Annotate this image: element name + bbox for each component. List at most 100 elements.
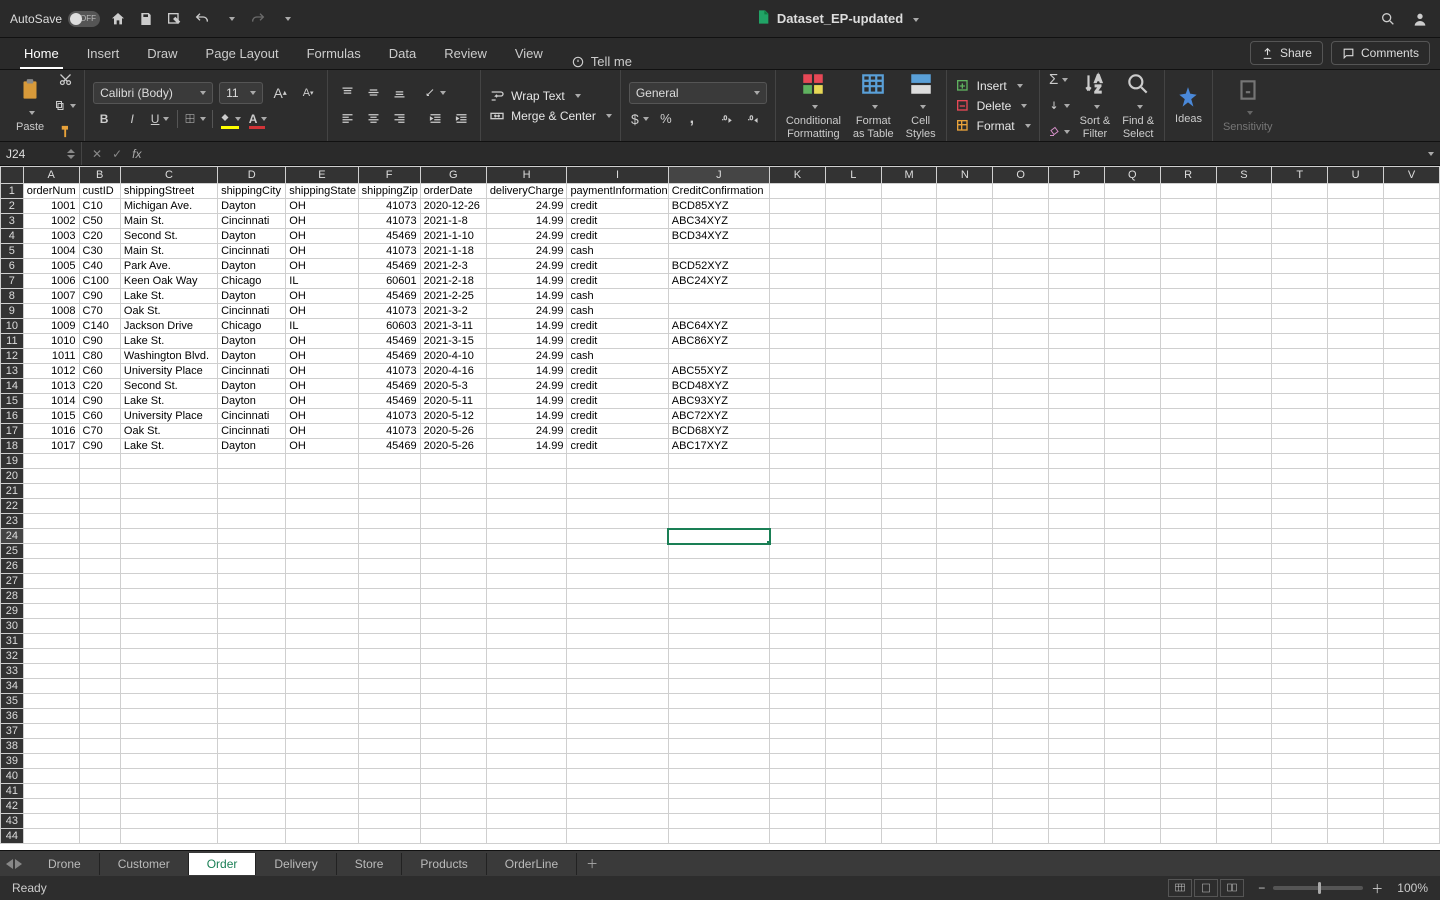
cell-Q43[interactable] — [1104, 814, 1160, 829]
cell-F20[interactable] — [358, 469, 420, 484]
cell-O27[interactable] — [993, 574, 1049, 589]
cell-H44[interactable] — [486, 829, 567, 844]
cell-Q37[interactable] — [1104, 724, 1160, 739]
cell-D18[interactable]: Dayton — [218, 439, 286, 454]
cell-A10[interactable]: 1009 — [23, 319, 79, 334]
cell-N28[interactable] — [937, 589, 993, 604]
cell-V37[interactable] — [1383, 724, 1439, 739]
cell-A7[interactable]: 1006 — [23, 274, 79, 289]
cell-J19[interactable] — [668, 454, 769, 469]
title-dropdown[interactable] — [909, 11, 919, 26]
cell-E18[interactable]: OH — [286, 439, 358, 454]
cell-K39[interactable] — [770, 754, 826, 769]
cell-P38[interactable] — [1049, 739, 1105, 754]
align-right-icon[interactable] — [388, 108, 410, 130]
row-header-13[interactable]: 13 — [1, 364, 24, 379]
cell-M30[interactable] — [881, 619, 937, 634]
cell-R39[interactable] — [1160, 754, 1216, 769]
cell-E11[interactable]: OH — [286, 334, 358, 349]
cell-S3[interactable] — [1216, 214, 1272, 229]
cell-B40[interactable] — [79, 769, 120, 784]
cell-Q8[interactable] — [1104, 289, 1160, 304]
cell-M9[interactable] — [881, 304, 937, 319]
cell-Q31[interactable] — [1104, 634, 1160, 649]
cell-R23[interactable] — [1160, 514, 1216, 529]
cell-L39[interactable] — [825, 754, 881, 769]
cell-C29[interactable] — [120, 604, 217, 619]
cell-R1[interactable] — [1160, 184, 1216, 199]
cell-S43[interactable] — [1216, 814, 1272, 829]
cell-O36[interactable] — [993, 709, 1049, 724]
cell-H39[interactable] — [486, 754, 567, 769]
cell-T14[interactable] — [1272, 379, 1328, 394]
cell-J32[interactable] — [668, 649, 769, 664]
cell-H28[interactable] — [486, 589, 567, 604]
cell-G25[interactable] — [420, 544, 486, 559]
cell-G5[interactable]: 2021-1-18 — [420, 244, 486, 259]
cell-F24[interactable] — [358, 529, 420, 544]
cell-A24[interactable] — [23, 529, 79, 544]
cell-I3[interactable]: credit — [567, 214, 668, 229]
cell-A17[interactable]: 1016 — [23, 424, 79, 439]
cell-P12[interactable] — [1049, 349, 1105, 364]
row-header-10[interactable]: 10 — [1, 319, 24, 334]
cell-E33[interactable] — [286, 664, 358, 679]
col-header-M[interactable]: M — [881, 167, 937, 184]
cell-K11[interactable] — [770, 334, 826, 349]
cell-T34[interactable] — [1272, 679, 1328, 694]
cell-T31[interactable] — [1272, 634, 1328, 649]
cell-E35[interactable] — [286, 694, 358, 709]
cell-M11[interactable] — [881, 334, 937, 349]
cell-E19[interactable] — [286, 454, 358, 469]
cell-T29[interactable] — [1272, 604, 1328, 619]
col-header-N[interactable]: N — [937, 167, 993, 184]
cell-G4[interactable]: 2021-1-10 — [420, 229, 486, 244]
cell-I28[interactable] — [567, 589, 668, 604]
cell-H26[interactable] — [486, 559, 567, 574]
cell-F36[interactable] — [358, 709, 420, 724]
cell-J38[interactable] — [668, 739, 769, 754]
cell-V3[interactable] — [1383, 214, 1439, 229]
cell-O42[interactable] — [993, 799, 1049, 814]
cell-G18[interactable]: 2020-5-26 — [420, 439, 486, 454]
cell-P26[interactable] — [1049, 559, 1105, 574]
cell-E42[interactable] — [286, 799, 358, 814]
cell-E34[interactable] — [286, 679, 358, 694]
cell-M16[interactable] — [881, 409, 937, 424]
cell-E13[interactable]: OH — [286, 364, 358, 379]
cell-B29[interactable] — [79, 604, 120, 619]
cell-J8[interactable] — [668, 289, 769, 304]
cell-G6[interactable]: 2021-2-3 — [420, 259, 486, 274]
cell-F8[interactable]: 45469 — [358, 289, 420, 304]
row-header-36[interactable]: 36 — [1, 709, 24, 724]
cell-B9[interactable]: C70 — [79, 304, 120, 319]
cell-L27[interactable] — [825, 574, 881, 589]
cell-R6[interactable] — [1160, 259, 1216, 274]
cell-R26[interactable] — [1160, 559, 1216, 574]
cell-C28[interactable] — [120, 589, 217, 604]
increase-decimal-icon[interactable]: .0 — [717, 108, 739, 130]
cell-O28[interactable] — [993, 589, 1049, 604]
decrease-decimal-icon[interactable]: .0 — [743, 108, 765, 130]
cell-D29[interactable] — [218, 604, 286, 619]
cell-G13[interactable]: 2020-4-16 — [420, 364, 486, 379]
cell-P37[interactable] — [1049, 724, 1105, 739]
cell-V36[interactable] — [1383, 709, 1439, 724]
cell-Q39[interactable] — [1104, 754, 1160, 769]
cell-H30[interactable] — [486, 619, 567, 634]
cell-O33[interactable] — [993, 664, 1049, 679]
cell-S14[interactable] — [1216, 379, 1272, 394]
cell-E28[interactable] — [286, 589, 358, 604]
cell-K5[interactable] — [770, 244, 826, 259]
cell-J29[interactable] — [668, 604, 769, 619]
cell-E22[interactable] — [286, 499, 358, 514]
cell-T41[interactable] — [1272, 784, 1328, 799]
cell-N10[interactable] — [937, 319, 993, 334]
cell-G20[interactable] — [420, 469, 486, 484]
cell-A44[interactable] — [23, 829, 79, 844]
cell-U27[interactable] — [1328, 574, 1384, 589]
cell-G42[interactable] — [420, 799, 486, 814]
increase-font-icon[interactable]: A▴ — [269, 82, 291, 104]
cell-V7[interactable] — [1383, 274, 1439, 289]
formula-expand-icon[interactable] — [1424, 147, 1434, 161]
